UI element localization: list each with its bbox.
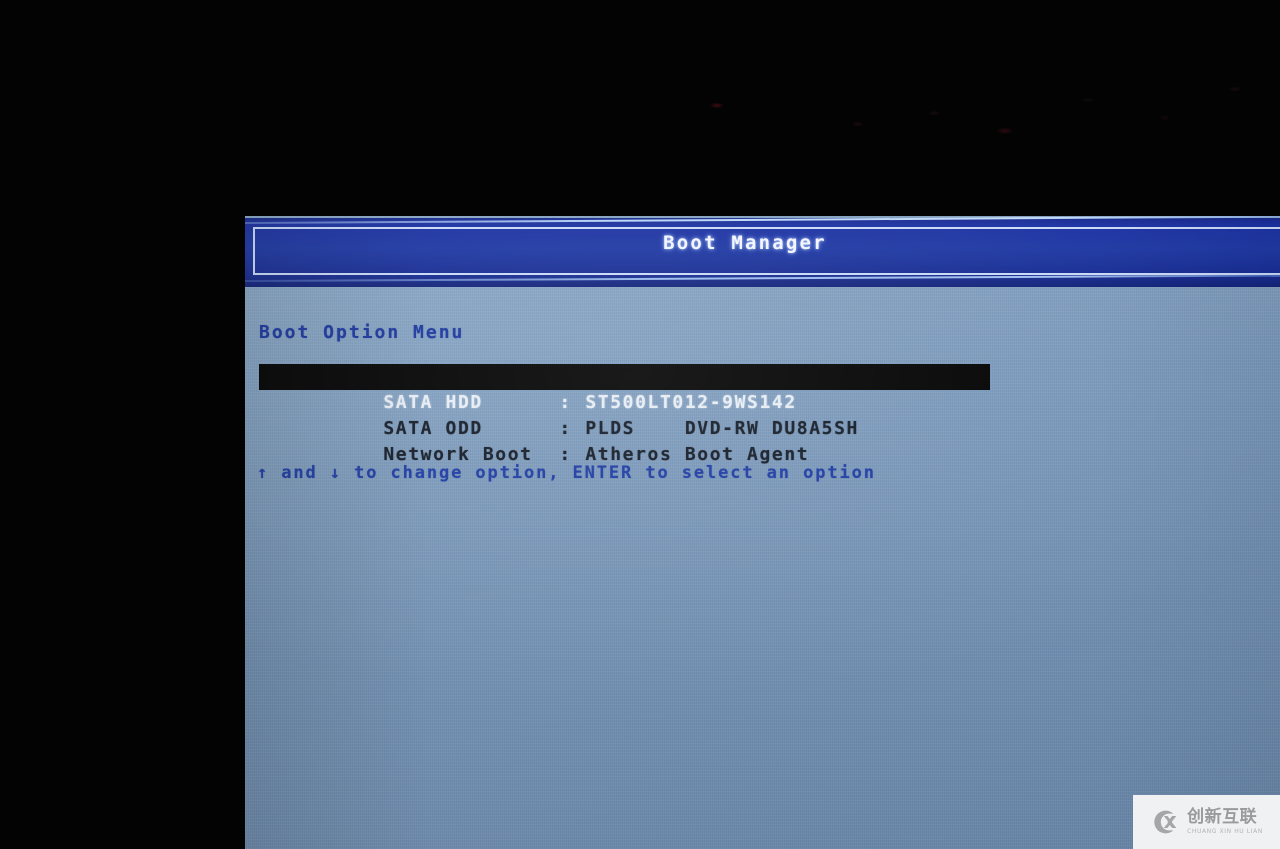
watermark-en-text: CHUANG XIN HU LIAN xyxy=(1187,828,1263,835)
dark-background-noise xyxy=(640,45,1280,155)
keyboard-hint-text: ↑ and ↓ to change option, ENTER to selec… xyxy=(257,463,876,483)
boot-option-network-boot[interactable]: Network Boot: Atheros Boot Agent xyxy=(259,416,1004,465)
boot-option-sata-hdd[interactable]: SATA HDD: ST500LT012-9WS142 xyxy=(259,364,990,413)
title-bar-bottom-highlight xyxy=(245,274,1280,282)
bios-title-bar: Boot Manager xyxy=(245,216,1280,287)
page-title: Boot Manager xyxy=(663,232,827,254)
boot-option-menu-heading: Boot Option Menu xyxy=(259,322,465,343)
bios-boot-manager-screen: Boot Manager Boot Option Menu SATA HDD: S… xyxy=(245,216,1280,849)
title-bar-top-highlight xyxy=(245,216,1280,224)
watermark-overlay: 创新互联 CHUANG XIN HU LIAN xyxy=(1133,795,1280,849)
boot-option-sata-odd[interactable]: SATA ODD: PLDS DVD-RW DU8A5SH xyxy=(259,390,1004,439)
photographed-laptop-screen: Boot Manager Boot Option Menu SATA HDD: S… xyxy=(0,0,1280,849)
watermark-text-block: 创新互联 CHUANG XIN HU LIAN xyxy=(1187,809,1263,835)
bios-content-area: Boot Option Menu SATA HDD: ST500LT012-9WS… xyxy=(245,287,1280,849)
watermark-cn-text: 创新互联 xyxy=(1187,807,1258,827)
boot-option-list[interactable]: SATA HDD: ST500LT012-9WS142 SATA ODD: PLDS… xyxy=(259,364,1004,465)
cx-logo-icon xyxy=(1154,810,1177,834)
